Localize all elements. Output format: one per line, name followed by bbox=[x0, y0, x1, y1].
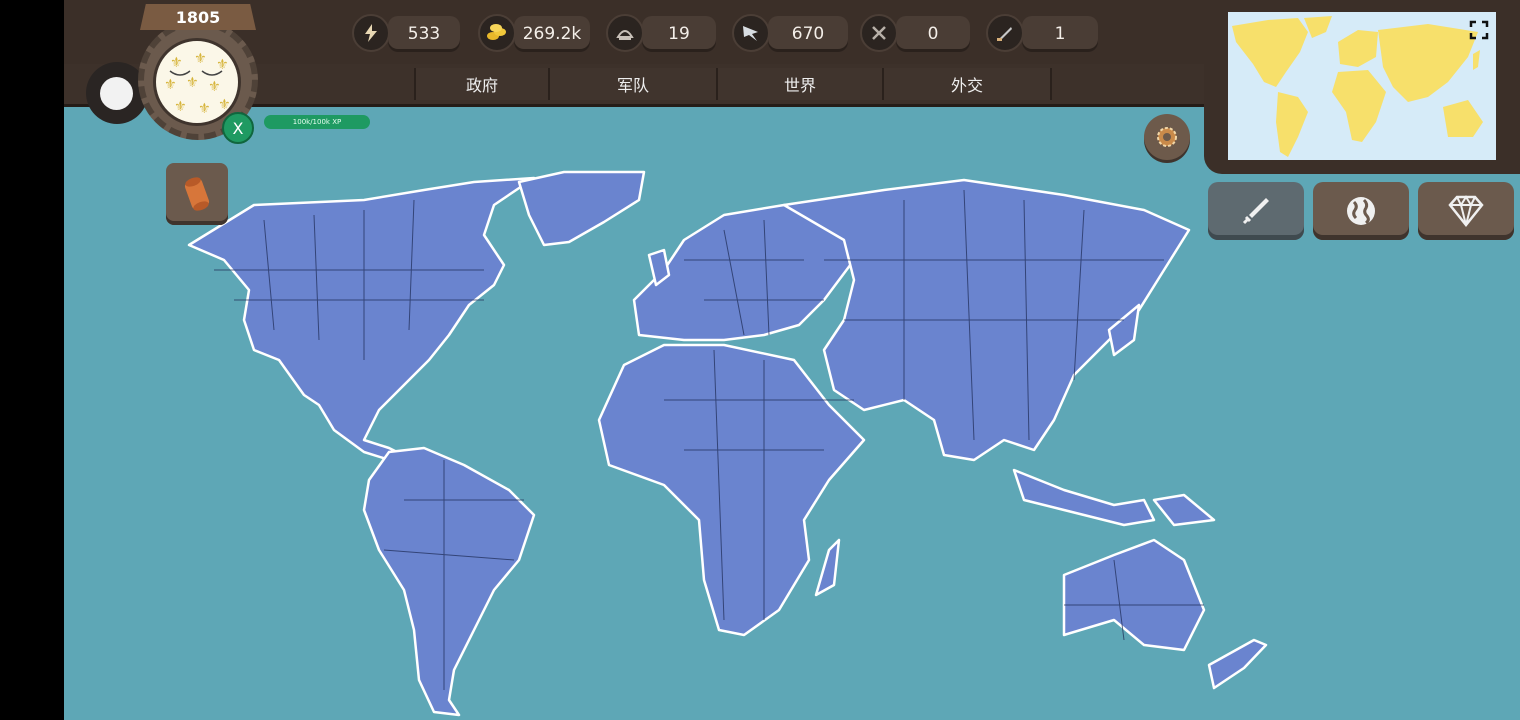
gold-coins-icon bbox=[478, 14, 516, 52]
svg-text:⚜: ⚜ bbox=[164, 77, 177, 93]
minimap[interactable] bbox=[1228, 12, 1496, 160]
world-button[interactable] bbox=[1313, 182, 1409, 240]
resource-prestige-value: 670 bbox=[768, 16, 848, 52]
madagascar bbox=[814, 538, 841, 597]
svg-text:⚜: ⚜ bbox=[218, 97, 231, 113]
australia bbox=[1062, 538, 1206, 652]
military-button[interactable] bbox=[1208, 182, 1304, 240]
tab-government[interactable]: 政府 bbox=[414, 68, 550, 100]
sword-icon bbox=[1242, 198, 1269, 225]
resource-wars-value: 0 bbox=[896, 16, 970, 52]
left-black-edge bbox=[0, 0, 64, 720]
greenland bbox=[517, 170, 646, 247]
premium-button[interactable] bbox=[1418, 182, 1514, 240]
svg-text:⚜: ⚜ bbox=[194, 51, 207, 67]
scroll-button[interactable] bbox=[166, 163, 228, 225]
resource-manpower-value: 19 bbox=[642, 16, 716, 52]
manpower-icon bbox=[606, 14, 644, 52]
north-america bbox=[187, 176, 536, 464]
expand-icon[interactable] bbox=[1469, 20, 1489, 40]
svg-text:⚜: ⚜ bbox=[216, 57, 229, 73]
svg-text:⚜: ⚜ bbox=[170, 55, 183, 71]
xp-bar: 100k/100k XP bbox=[264, 115, 370, 129]
svg-text:⚜: ⚜ bbox=[174, 99, 187, 115]
tab-army[interactable]: 军队 bbox=[548, 68, 718, 100]
resource-units-value: 1 bbox=[1022, 16, 1098, 52]
south-america bbox=[362, 446, 536, 717]
svg-text:⚜: ⚜ bbox=[198, 101, 211, 117]
new-zealand bbox=[1207, 638, 1268, 690]
globe-icon bbox=[1347, 197, 1375, 225]
resource-gold-value: 269.2k bbox=[514, 16, 590, 52]
svg-text:⚜: ⚜ bbox=[208, 79, 221, 95]
settings-button[interactable] bbox=[1144, 114, 1190, 160]
scroll-icon bbox=[184, 177, 210, 211]
joystick-knob[interactable] bbox=[100, 77, 133, 110]
diamond-icon bbox=[1448, 195, 1484, 228]
ship-icon bbox=[986, 14, 1024, 52]
gear-icon bbox=[1157, 127, 1177, 147]
tab-world[interactable]: 世界 bbox=[716, 68, 884, 100]
resource-energy-value: 533 bbox=[388, 16, 460, 52]
indonesia bbox=[1012, 468, 1156, 527]
fleur-de-lis-flag-icon[interactable]: ⚜ ⚜ ⚜ ⚜ ⚜ ⚜ ⚜ ⚜ ⚜ bbox=[153, 38, 241, 126]
svg-text:⚜: ⚜ bbox=[186, 75, 199, 91]
new-guinea bbox=[1152, 493, 1216, 527]
close-button[interactable]: X bbox=[222, 112, 254, 144]
eagle-icon bbox=[732, 14, 770, 52]
tab-diplomacy[interactable]: 外交 bbox=[882, 68, 1052, 100]
lightning-icon bbox=[352, 14, 390, 52]
crossed-swords-icon bbox=[860, 14, 898, 52]
year-banner: 1805 bbox=[140, 4, 256, 30]
minimap-svg[interactable] bbox=[1228, 12, 1496, 160]
